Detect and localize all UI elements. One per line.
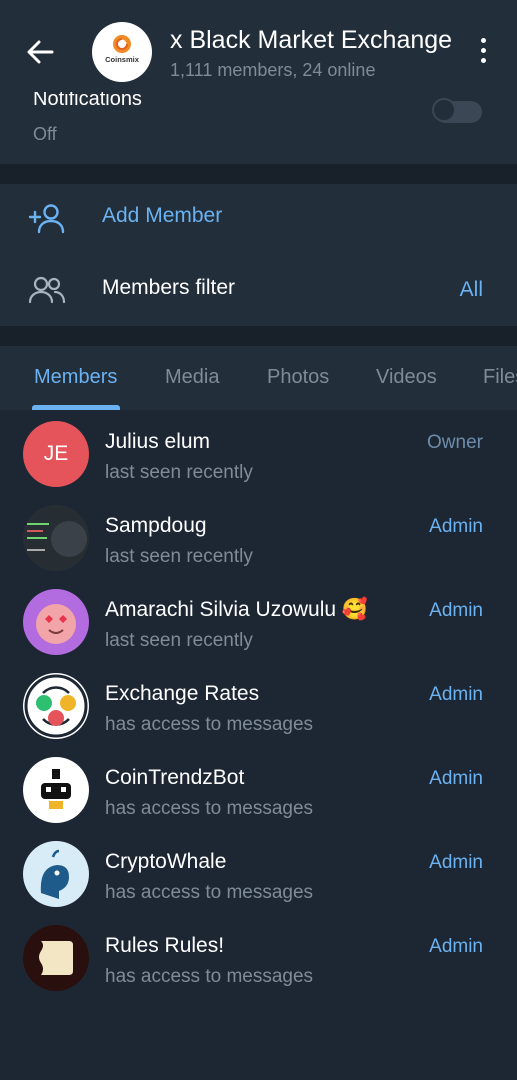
- toggle-knob: [432, 98, 456, 122]
- members-filter-row[interactable]: Members filter All: [0, 256, 517, 326]
- members-filter-label: Members filter: [102, 276, 236, 299]
- members-list: JE Julius elum last seen recently Owner …: [0, 410, 517, 1080]
- media-tabs: Members Media Photos Videos Files: [0, 346, 517, 410]
- section-divider: [0, 326, 517, 346]
- tab-media[interactable]: Media: [165, 366, 219, 389]
- add-member-button[interactable]: Add Member: [0, 184, 517, 254]
- member-row[interactable]: Sampdoug last seen recently Admin: [0, 494, 517, 578]
- tab-files[interactable]: Files: [483, 366, 517, 389]
- tab-photos[interactable]: Photos: [267, 366, 329, 389]
- member-role-badge: Admin: [429, 684, 483, 705]
- member-row[interactable]: CryptoWhale has access to messages Admin: [0, 830, 517, 914]
- add-user-icon: [28, 200, 66, 238]
- more-menu-icon[interactable]: [472, 38, 494, 68]
- member-name: Sampdoug: [105, 514, 207, 537]
- member-status: has access to messages: [105, 714, 314, 735]
- member-name: Exchange Rates: [105, 682, 260, 705]
- member-status: has access to messages: [105, 798, 314, 819]
- member-status: has access to messages: [105, 882, 314, 903]
- member-name: Amarachi Silvia Uzowulu 🥰: [105, 598, 369, 621]
- tab-members[interactable]: Members: [34, 366, 117, 389]
- member-row[interactable]: Amarachi Silvia Uzowulu 🥰 last seen rece…: [0, 578, 517, 662]
- member-row[interactable]: Exchange Rates has access to messages Ad…: [0, 662, 517, 746]
- member-row[interactable]: Rules Rules! has access to messages Admi…: [0, 914, 517, 998]
- section-divider: [0, 164, 517, 184]
- avatar: [23, 673, 89, 739]
- member-row[interactable]: JE Julius elum last seen recently Owner: [0, 410, 517, 494]
- member-status: last seen recently: [105, 462, 253, 483]
- chat-header: Coinsmix x Black Market Exchange 1,111 m…: [0, 0, 517, 92]
- notifications-toggle[interactable]: [432, 98, 482, 123]
- avatar: [23, 925, 89, 991]
- member-status: last seen recently: [105, 546, 253, 567]
- avatar: [23, 841, 89, 907]
- member-status: last seen recently: [105, 630, 253, 651]
- member-role-badge: Admin: [429, 936, 483, 957]
- members-filter-value[interactable]: All: [460, 278, 483, 302]
- member-status: has access to messages: [105, 966, 314, 987]
- members-group-icon: [28, 272, 66, 310]
- group-title[interactable]: x Black Market Exchange: [170, 26, 452, 55]
- add-member-label: Add Member: [102, 204, 223, 227]
- member-role-badge: Owner: [427, 432, 483, 453]
- member-name: Julius elum: [105, 430, 211, 453]
- member-name: CryptoWhale: [105, 850, 227, 873]
- member-row[interactable]: CoinTrendzBot has access to messages Adm…: [0, 746, 517, 830]
- notifications-value: Off: [33, 124, 57, 144]
- member-role-badge: Admin: [429, 516, 483, 537]
- avatar: [23, 505, 89, 571]
- group-avatar-logo-text: Coinsmix: [105, 55, 140, 64]
- tab-videos[interactable]: Videos: [376, 366, 437, 389]
- back-arrow-icon[interactable]: [22, 34, 58, 70]
- avatar: [23, 589, 89, 655]
- member-name: CoinTrendzBot: [105, 766, 245, 789]
- member-name: Rules Rules!: [105, 934, 225, 957]
- avatar: [23, 757, 89, 823]
- avatar-initials: JE: [43, 442, 69, 465]
- group-member-count: 1,111 members, 24 online: [170, 60, 376, 80]
- member-role-badge: Admin: [429, 768, 483, 789]
- avatar: JE: [23, 421, 89, 487]
- member-role-badge: Admin: [429, 852, 483, 873]
- actions-section: Add Member Members filter All: [0, 184, 517, 326]
- member-role-badge: Admin: [429, 600, 483, 621]
- group-avatar[interactable]: Coinsmix: [92, 22, 152, 82]
